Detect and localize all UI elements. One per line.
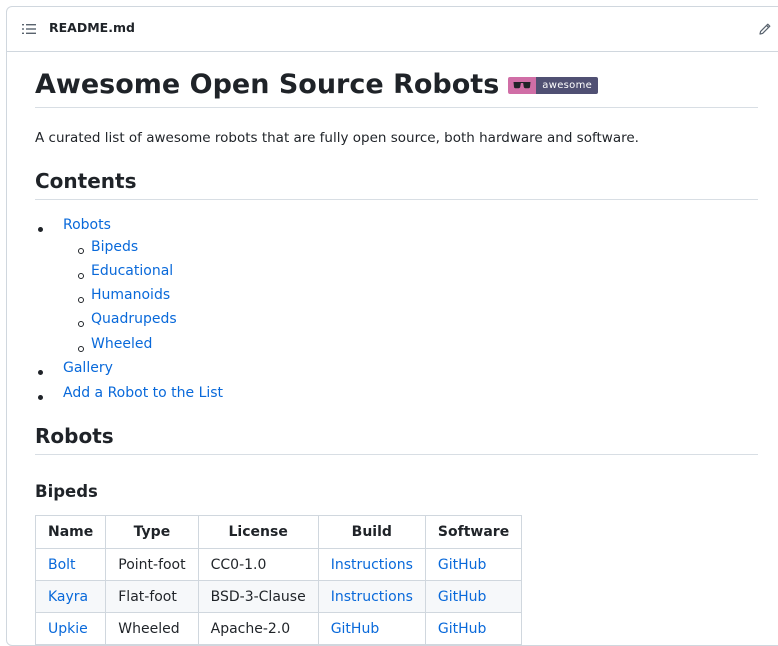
robots-heading: Robots xyxy=(35,423,758,455)
bipeds-table: Name Type License Build Software Bolt Po… xyxy=(34,515,523,645)
toc-link-humanoids[interactable]: Humanoids xyxy=(91,287,170,303)
bullet-icon xyxy=(78,273,84,279)
robot-type: Point-foot xyxy=(105,548,199,581)
page-title-text: Awesome Open Source Robots xyxy=(35,69,500,100)
awesome-badge[interactable]: awesome xyxy=(508,76,599,94)
bullet-icon xyxy=(38,395,43,400)
build-link[interactable]: Instructions xyxy=(331,557,413,573)
column-header-build: Build xyxy=(317,515,426,549)
robot-name-link[interactable]: Upkie xyxy=(48,621,88,637)
list-icon[interactable] xyxy=(22,22,36,36)
table-row: Kayra Flat-foot BSD-3-Clause Instruction… xyxy=(34,580,523,613)
robot-type: Flat-foot xyxy=(105,580,199,613)
intro-text: A curated list of awesome robots that ar… xyxy=(35,130,639,146)
software-link[interactable]: GitHub xyxy=(438,621,487,637)
bullet-icon xyxy=(78,321,84,327)
bipeds-heading: Bipeds xyxy=(35,482,98,501)
robot-name-link[interactable]: Bolt xyxy=(48,557,76,573)
robot-type: Wheeled xyxy=(105,612,199,645)
column-header-type: Type xyxy=(105,515,199,549)
column-header-name: Name xyxy=(34,515,107,549)
toc-link-add-robot[interactable]: Add a Robot to the List xyxy=(63,385,223,401)
table-row: Upkie Wheeled Apache-2.0 GitHub GitHub xyxy=(34,612,523,645)
robot-license: BSD-3-Clause xyxy=(197,580,319,613)
bullet-icon xyxy=(38,370,43,375)
file-name: README.md xyxy=(49,20,135,35)
badge-label: awesome xyxy=(536,76,599,94)
contents-heading: Contents xyxy=(35,168,758,200)
bullet-icon xyxy=(78,248,84,254)
robot-license: CC0-1.0 xyxy=(197,548,319,581)
pencil-icon[interactable] xyxy=(758,22,772,36)
toc-link-bipeds[interactable]: Bipeds xyxy=(91,239,138,255)
robot-license: Apache-2.0 xyxy=(197,612,319,645)
readme-panel: README.md Awesome Open Source Robots awe… xyxy=(6,6,778,646)
build-link[interactable]: GitHub xyxy=(331,621,380,637)
toc-link-robots[interactable]: Robots xyxy=(63,217,111,233)
bullet-icon xyxy=(38,227,43,232)
software-link[interactable]: GitHub xyxy=(438,589,487,605)
toc-link-wheeled[interactable]: Wheeled xyxy=(91,336,152,352)
page-title: Awesome Open Source Robots awesome xyxy=(35,69,758,108)
bullet-icon xyxy=(78,346,84,352)
file-header: README.md xyxy=(7,7,778,52)
toc-link-gallery[interactable]: Gallery xyxy=(63,360,113,376)
robot-name-link[interactable]: Kayra xyxy=(48,589,88,605)
table-header-row: Name Type License Build Software xyxy=(34,515,523,549)
toc-link-educational[interactable]: Educational xyxy=(91,263,173,279)
table-row: Bolt Point-foot CC0-1.0 Instructions Git… xyxy=(34,548,523,581)
column-header-software: Software xyxy=(424,515,523,549)
sunglasses-icon xyxy=(508,76,537,94)
column-header-license: License xyxy=(197,515,319,549)
bullet-icon xyxy=(78,297,84,303)
software-link[interactable]: GitHub xyxy=(438,557,487,573)
build-link[interactable]: Instructions xyxy=(331,589,413,605)
toc-link-quadrupeds[interactable]: Quadrupeds xyxy=(91,311,177,327)
